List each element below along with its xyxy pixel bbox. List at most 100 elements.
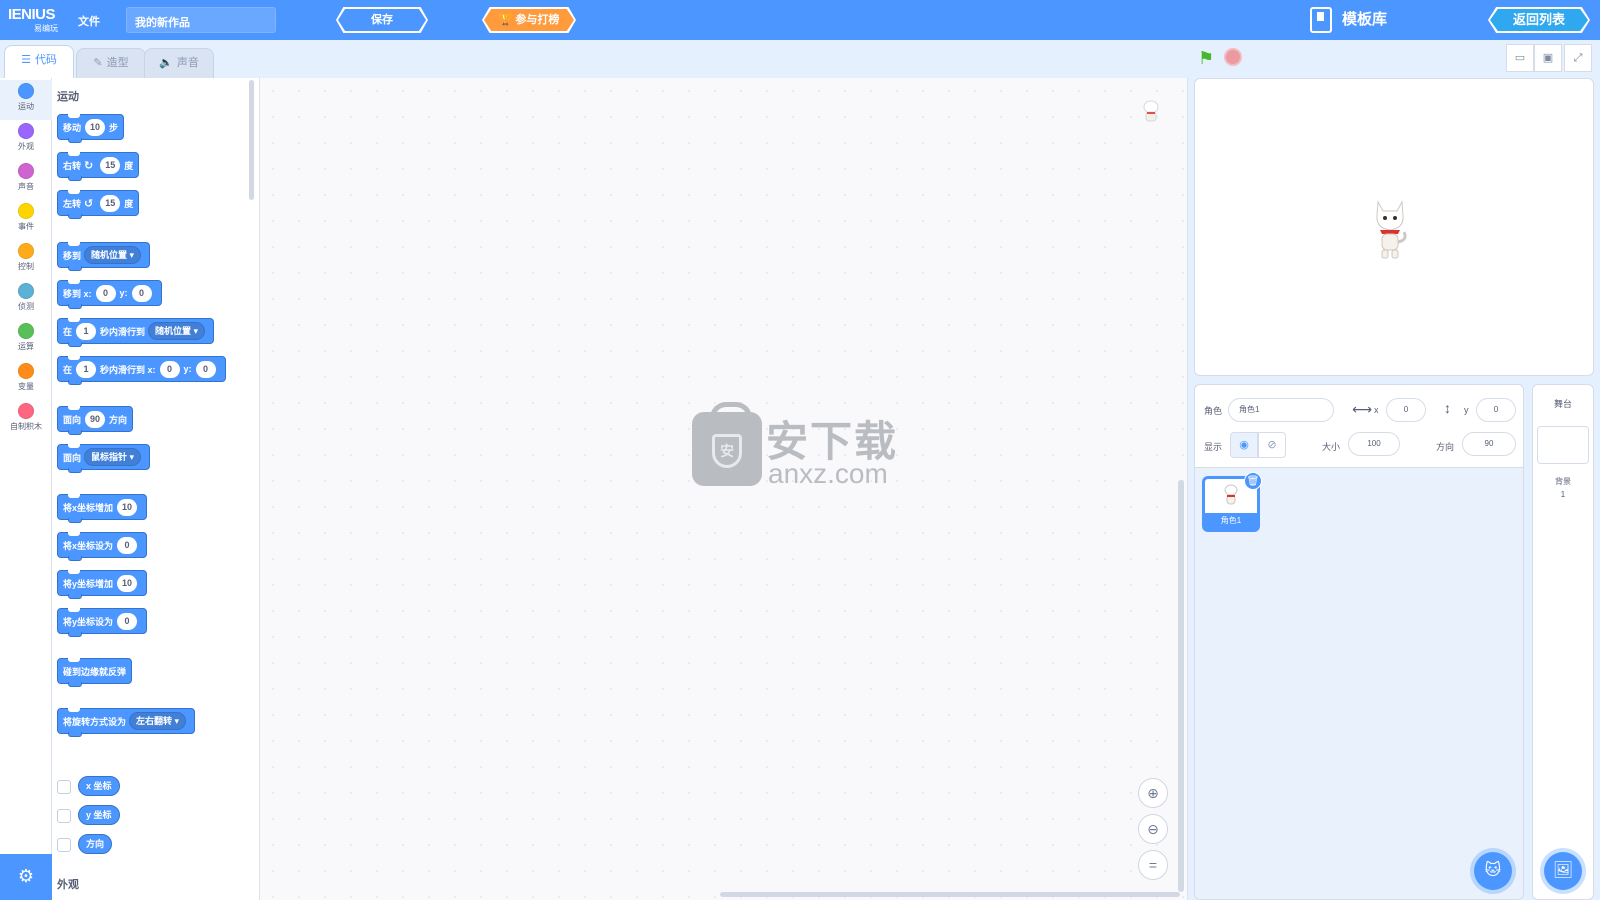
category-variables[interactable]: 变量 xyxy=(0,360,52,400)
block-bounce[interactable]: 碰到边缘就反弹 xyxy=(57,658,133,687)
block-input[interactable]: 15 xyxy=(100,156,121,174)
block-input[interactable]: 90 xyxy=(85,410,106,428)
tab-costumes[interactable]: ✎ 造型 xyxy=(76,48,146,78)
category-operators[interactable]: 运算 xyxy=(0,320,52,360)
block-set-y[interactable]: 将y坐标设为 0 xyxy=(57,608,148,637)
top-menu-bar: IENIUS 易编玩 文件 我的新作品 保存 🏆 参与打榜 模板库 返回列表 xyxy=(0,0,1600,40)
size-input[interactable]: 100 xyxy=(1348,432,1400,456)
green-flag-button[interactable]: ⚑ xyxy=(1198,48,1218,68)
block-input[interactable]: 10 xyxy=(117,574,138,592)
template-library-button[interactable]: 模板库 xyxy=(1308,7,1387,33)
category-motion[interactable]: 运动 xyxy=(0,80,52,120)
block-input[interactable]: 0 xyxy=(117,612,138,630)
back-to-list-button[interactable]: 返回列表 xyxy=(1488,7,1590,33)
stop-button[interactable] xyxy=(1224,48,1242,66)
small-stage-button[interactable]: ▭ xyxy=(1506,44,1534,72)
tab-sounds[interactable]: 🔈 声音 xyxy=(144,48,214,78)
project-title-input[interactable]: 我的新作品 xyxy=(126,7,276,33)
logo-subtext: 易编玩 xyxy=(34,24,58,33)
workspace-vertical-scrollbar[interactable] xyxy=(1178,480,1184,892)
cat-sprite[interactable] xyxy=(1370,196,1410,260)
sprite-tile-name: 角色1 xyxy=(1205,513,1257,529)
block-glide-xy[interactable]: 在 1 秒内滑行到 x: 0 y: 0 xyxy=(57,356,226,385)
add-sprite-button[interactable]: 🐱 xyxy=(1474,852,1512,890)
block-set-x[interactable]: 将x坐标设为 0 xyxy=(57,532,148,561)
show-sprite-button[interactable]: ◉ xyxy=(1230,432,1258,458)
block-input[interactable]: 15 xyxy=(100,194,121,212)
palette-scrollbar[interactable] xyxy=(249,80,254,200)
category-label: 侦测 xyxy=(18,302,34,311)
block-text: 在 xyxy=(63,364,73,375)
block-dropdown[interactable]: 随机位置 ▾ xyxy=(84,246,142,264)
x-input[interactable]: 0 xyxy=(1386,398,1426,422)
workspace-horizontal-scrollbar[interactable] xyxy=(720,892,1180,897)
zoom-out-button[interactable]: ⊖ xyxy=(1138,814,1168,844)
add-backdrop-button[interactable]: 🖼 xyxy=(1544,852,1582,890)
checkbox-y-position[interactable] xyxy=(57,809,71,823)
block-point-direction[interactable]: 面向 90 方向 xyxy=(57,406,134,435)
checkbox-direction[interactable] xyxy=(57,838,71,852)
block-goto-xy[interactable]: 移到 x: 0 y: 0 xyxy=(57,280,162,309)
block-input[interactable]: 10 xyxy=(117,498,138,516)
save-button[interactable]: 保存 xyxy=(336,7,428,33)
block-change-y[interactable]: 将y坐标增加 10 xyxy=(57,570,148,599)
block-dropdown[interactable]: 鼠标指针 ▾ xyxy=(84,448,142,466)
category-control[interactable]: 控制 xyxy=(0,240,52,280)
join-ranking-inner: 🏆 参与打榜 xyxy=(484,9,574,31)
zoom-reset-button[interactable]: = xyxy=(1138,850,1168,880)
zoom-in-button[interactable]: ⊕ xyxy=(1138,778,1168,808)
block-text: 左转 xyxy=(63,198,82,209)
reporter-x-position[interactable]: x 坐标 xyxy=(78,776,120,796)
hide-sprite-button[interactable]: ⊘ xyxy=(1258,432,1286,458)
category-sound[interactable]: 声音 xyxy=(0,160,52,200)
join-ranking-button[interactable]: 🏆 参与打榜 xyxy=(482,7,576,33)
app-logo[interactable]: IENIUS 易编玩 xyxy=(8,6,60,34)
category-sensing[interactable]: 侦测 xyxy=(0,280,52,320)
block-glide-to[interactable]: 在 1 秒内滑行到 随机位置 ▾ xyxy=(57,318,215,347)
block-input[interactable]: 0 xyxy=(195,360,216,378)
large-stage-button[interactable]: ▣ xyxy=(1534,44,1562,72)
block-dropdown[interactable]: 左右翻转 ▾ xyxy=(129,712,187,730)
block-turn-right[interactable]: 右转 ↻ 15 度 xyxy=(57,152,140,181)
block-input[interactable]: 0 xyxy=(159,360,180,378)
fullscreen-icon: ⤢ xyxy=(1573,52,1583,64)
block-move-steps[interactable]: 移动 10 步 xyxy=(57,114,125,143)
block-text: 碰到边缘就反弹 xyxy=(63,666,127,677)
delete-sprite-button[interactable]: 🗑 xyxy=(1244,472,1262,490)
zoom-out-icon: ⊖ xyxy=(1147,821,1159,837)
block-input[interactable]: 0 xyxy=(131,284,152,302)
y-input[interactable]: 0 xyxy=(1476,398,1516,422)
reporter-y-position[interactable]: y 坐标 xyxy=(78,805,120,825)
block-rotation-style[interactable]: 将旋转方式设为 左右翻转 ▾ xyxy=(57,708,196,737)
block-dropdown[interactable]: 随机位置 ▾ xyxy=(148,322,206,340)
category-my-blocks[interactable]: 自制积木 xyxy=(0,400,52,440)
image-add-icon: 🖼 xyxy=(1552,862,1574,879)
fullscreen-button[interactable]: ⤢ xyxy=(1564,44,1592,72)
direction-input[interactable]: 90 xyxy=(1462,432,1516,456)
direction-label: 方向 xyxy=(1436,442,1455,452)
block-change-x[interactable]: 将x坐标增加 10 xyxy=(57,494,148,523)
block-turn-left[interactable]: 左转 ↺ 15 度 xyxy=(57,190,140,219)
block-input[interactable]: 1 xyxy=(76,360,97,378)
checkbox-x-position[interactable] xyxy=(57,780,71,794)
block-input[interactable]: 1 xyxy=(76,322,97,340)
stage-title: 舞台 xyxy=(1553,399,1572,409)
sprite-name-input[interactable]: 角色1 xyxy=(1228,398,1334,422)
category-events[interactable]: 事件 xyxy=(0,200,52,240)
trash-icon: 🗑 xyxy=(1246,476,1260,487)
block-input[interactable]: 10 xyxy=(85,118,106,136)
block-input[interactable]: 0 xyxy=(117,536,138,554)
tab-code[interactable]: ☰ 代码 xyxy=(4,45,74,78)
eye-off-icon: ⊘ xyxy=(1267,439,1277,451)
file-menu[interactable]: 文件 xyxy=(78,13,100,29)
tab-code-label: 代码 xyxy=(34,54,57,66)
block-goto[interactable]: 移到 随机位置 ▾ xyxy=(57,242,151,271)
stage-thumbnail[interactable] xyxy=(1537,426,1589,464)
dropdown-value: 随机位置 xyxy=(91,250,128,260)
block-point-towards[interactable]: 面向 鼠标指针 ▾ xyxy=(57,444,151,473)
add-extension-button[interactable]: ⚙ xyxy=(0,854,52,900)
block-text: 将y坐标设为 xyxy=(63,616,114,627)
category-looks[interactable]: 外观 xyxy=(0,120,52,160)
block-input[interactable]: 0 xyxy=(95,284,116,302)
reporter-direction[interactable]: 方向 xyxy=(78,834,113,854)
